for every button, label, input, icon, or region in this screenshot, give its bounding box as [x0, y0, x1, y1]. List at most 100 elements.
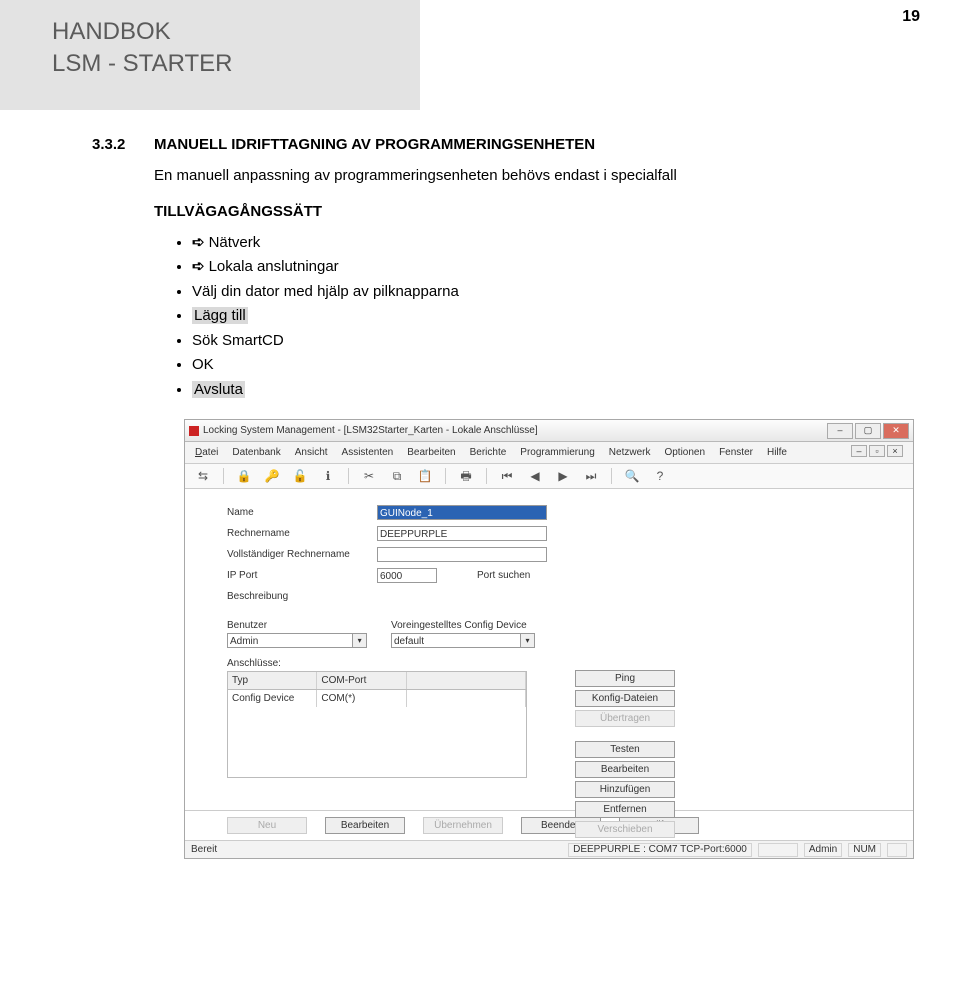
anschlusse-label: Anschlüsse: [227, 656, 895, 671]
menu-hilfe[interactable]: Hilfe [767, 445, 787, 460]
menu-assistenten[interactable]: Assistenten [342, 445, 394, 460]
key-add-icon[interactable]: 🔑 [264, 468, 280, 484]
mdi-minimize-button[interactable]: – [851, 445, 867, 457]
col-comport[interactable]: COM-Port [317, 672, 406, 689]
mdi-close-button[interactable]: × [887, 445, 903, 457]
section-body: 3.3.2 MANUELL IDRIFTTAGNING AV PROGRAMME… [0, 110, 960, 859]
list-item: Sök SmartCD [192, 330, 908, 353]
procedure-title: TILLVÄGAGÅNGSSÄTT [154, 201, 908, 224]
menu-bearbeiten[interactable]: Bearbeiten [407, 445, 455, 460]
menu-programmierung[interactable]: Programmierung [520, 445, 594, 460]
print-icon[interactable]: 🖶 [458, 468, 474, 484]
section-title: MANUELL IDRIFTTAGNING AV PROGRAMMERINGSE… [154, 134, 595, 157]
vollname-field[interactable] [377, 547, 547, 562]
arrow-icon: ➪ [192, 258, 205, 275]
step-text: Lokala anslutningar [209, 258, 339, 275]
maximize-button[interactable]: ▢ [855, 423, 881, 439]
table-header: Typ COM-Port [227, 671, 527, 690]
bottom-button-bar: Neu Bearbeiten Übernehmen Beenden Hilfe [185, 810, 913, 840]
neu-button[interactable]: Neu [227, 817, 307, 834]
config-combo[interactable]: default [391, 633, 521, 648]
page-number: 19 [902, 8, 920, 26]
minimize-button[interactable]: – [827, 423, 853, 439]
section-number: 3.3.2 [92, 134, 132, 157]
list-item: ➪Lokala anslutningar [192, 256, 908, 279]
beschreibung-label: Beschreibung [227, 589, 377, 604]
window-title-text: Locking System Management - [LSM32Starte… [203, 423, 538, 438]
ipport-label: IP Port [227, 568, 377, 583]
list-item: Avsluta [192, 379, 908, 402]
close-button[interactable]: ✕ [883, 423, 909, 439]
uebernehmen-button[interactable]: Übernehmen [423, 817, 503, 834]
list-item: OK [192, 354, 908, 377]
verschieben-button[interactable]: Verschieben [575, 821, 675, 838]
info-icon[interactable]: ℹ [320, 468, 336, 484]
header-title-line2: LSM - STARTER [52, 48, 420, 80]
step-text: OK [192, 356, 214, 373]
paste-icon[interactable]: 📋 [417, 468, 433, 484]
lock-question-icon[interactable]: 🔓 [292, 468, 308, 484]
app-icon [189, 426, 199, 436]
toolbar-icon[interactable]: ⇆ [195, 468, 211, 484]
list-item: Lägg till [192, 305, 908, 328]
help-icon[interactable]: ? [652, 468, 668, 484]
menu-berichte[interactable]: Berichte [470, 445, 507, 460]
ipport-field[interactable]: 6000 [377, 568, 437, 583]
uebertragen-button[interactable]: Übertragen [575, 710, 675, 727]
hinzufugen-button[interactable]: Hinzufügen [575, 781, 675, 798]
menu-bar: DDateiatei Datenbank Ansicht Assistenten… [185, 442, 913, 464]
last-icon[interactable]: ⏭ [583, 468, 599, 484]
procedure-list: ➪Nätverk ➪Lokala anslutningar Välj din d… [192, 232, 908, 402]
ping-button[interactable]: Ping [575, 670, 675, 687]
copy-icon[interactable]: ⧉ [389, 468, 405, 484]
table-row[interactable]: Config Device COM(*) [228, 690, 526, 707]
name-field[interactable]: GUINode_1 [377, 505, 547, 520]
bearbeiten-bottom-button[interactable]: Bearbeiten [325, 817, 405, 834]
col-typ[interactable]: Typ [228, 672, 317, 689]
first-icon[interactable]: ⏮ [499, 468, 515, 484]
window-titlebar: Locking System Management - [LSM32Starte… [185, 420, 913, 442]
mdi-restore-button[interactable]: ▫ [869, 445, 885, 457]
chevron-down-icon[interactable]: ▾ [521, 633, 535, 648]
config-label: Voreingestelltes Config Device [391, 618, 561, 633]
cut-icon[interactable]: ✂ [361, 468, 377, 484]
entfernen-button[interactable]: Entfernen [575, 801, 675, 818]
chevron-down-icon[interactable]: ▾ [353, 633, 367, 648]
list-item: Välj din dator med hjälp av pilknapparna [192, 281, 908, 304]
prev-icon[interactable]: ◀ [527, 468, 543, 484]
status-user: Admin [804, 843, 842, 857]
menu-fenster[interactable]: Fenster [719, 445, 753, 460]
step-text: Sök SmartCD [192, 332, 284, 349]
vollname-label: Vollständiger Rechnername [227, 547, 377, 562]
toolbar: ⇆ 🔒 🔑 🔓 ℹ ✂ ⧉ 📋 🖶 ⏮ ◀ ▶ ⏭ 🔍 ? [185, 464, 913, 489]
konfig-button[interactable]: Konfig-Dateien [575, 690, 675, 707]
header-band: HANDBOK LSM - STARTER [0, 0, 420, 110]
benutzer-label: Benutzer [227, 618, 367, 633]
bearbeiten-button[interactable]: Bearbeiten [575, 761, 675, 778]
search-icon[interactable]: 🔍 [624, 468, 640, 484]
lock-add-icon[interactable]: 🔒 [236, 468, 252, 484]
col-blank[interactable] [407, 672, 526, 689]
cell-typ: Config Device [228, 690, 317, 707]
menu-datenbank[interactable]: Datenbank [232, 445, 280, 460]
rechnername-field[interactable]: DEEPPURPLE [377, 526, 547, 541]
app-window: Locking System Management - [LSM32Starte… [184, 419, 914, 859]
rechnername-label: Rechnername [227, 526, 377, 541]
status-bar: Bereit DEEPPURPLE : COM7 TCP-Port:6000 A… [185, 840, 913, 858]
arrow-icon: ➪ [192, 234, 205, 251]
section-paragraph: En manuell anpassning av programmeringse… [154, 165, 908, 188]
table-body[interactable]: Config Device COM(*) [227, 690, 527, 778]
menu-ansicht[interactable]: Ansicht [295, 445, 328, 460]
benutzer-combo[interactable]: Admin [227, 633, 353, 648]
port-suchen-label: Port suchen [477, 568, 530, 583]
testen-button[interactable]: Testen [575, 741, 675, 758]
step-text: Välj din dator med hjälp av pilknapparna [192, 283, 459, 300]
menu-datei[interactable]: DDateiatei [195, 445, 218, 460]
menu-optionen[interactable]: Optionen [664, 445, 705, 460]
next-icon[interactable]: ▶ [555, 468, 571, 484]
form-area: Name GUINode_1 Rechnername DEEPPURPLE Vo… [185, 489, 913, 612]
step-text: Lägg till [192, 307, 248, 324]
menu-netzwerk[interactable]: Netzwerk [609, 445, 651, 460]
step-text: Nätverk [209, 234, 261, 251]
list-item: ➪Nätverk [192, 232, 908, 255]
